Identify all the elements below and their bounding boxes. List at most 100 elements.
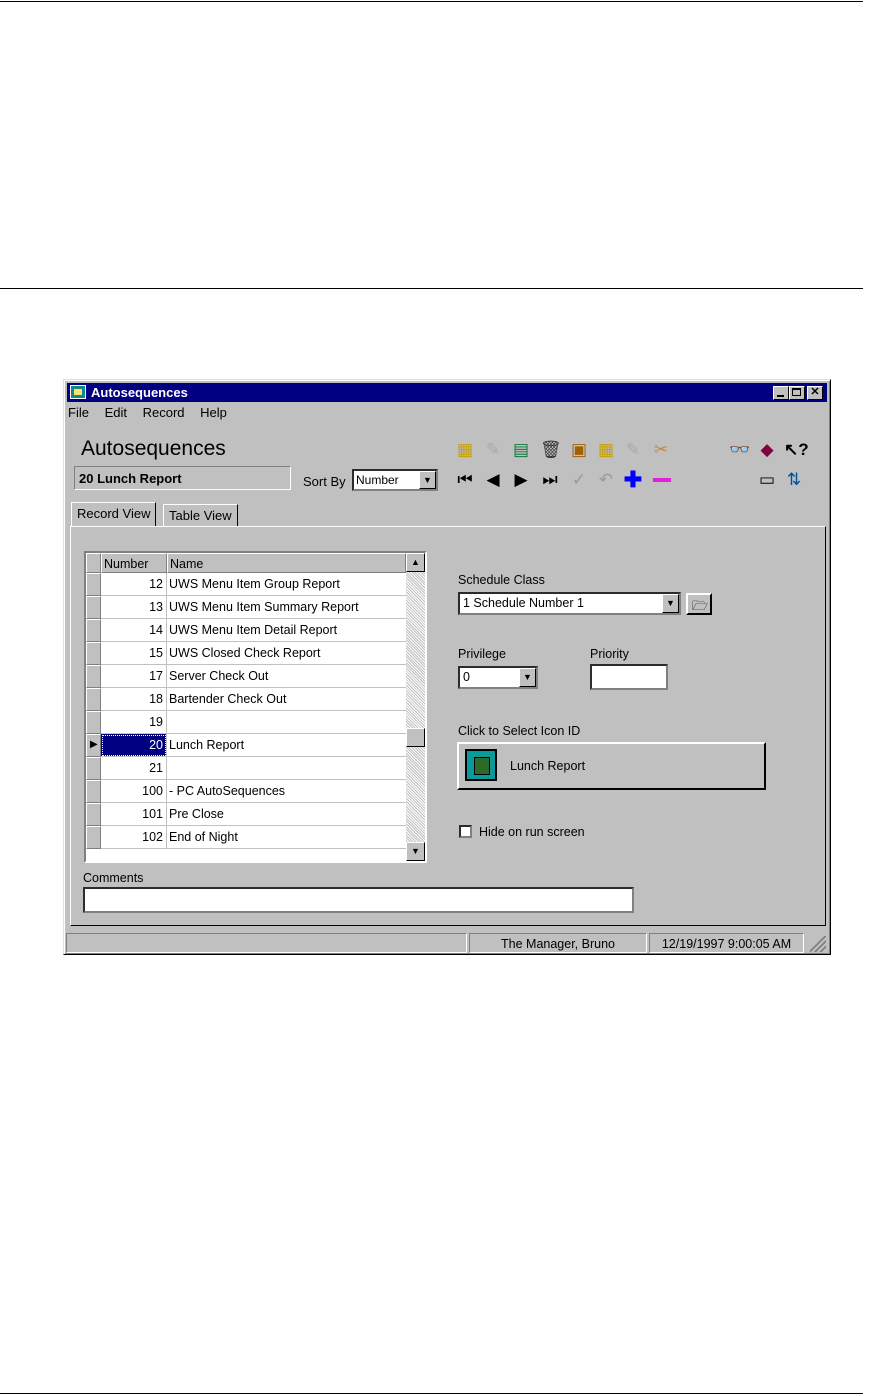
menu-edit[interactable]: Edit	[105, 405, 127, 420]
cell-number[interactable]: 21	[101, 757, 167, 780]
table-row[interactable]: 102 End of Night	[86, 826, 406, 849]
form-icon[interactable]: ▦	[455, 440, 475, 460]
schedule-class-select[interactable]: 1 Schedule Number 1 ▼	[458, 592, 681, 615]
cell-number[interactable]: 14	[101, 619, 167, 642]
help-icon[interactable]: ↖?	[784, 440, 809, 460]
cell-name[interactable]: Server Check Out	[167, 665, 406, 688]
cell-number[interactable]: 12	[101, 573, 167, 596]
cell-name[interactable]: UWS Menu Item Summary Report	[167, 596, 406, 619]
select-icon-button[interactable]: Lunch Report	[457, 742, 766, 790]
sync-icon[interactable]: ⇅	[784, 470, 804, 490]
cell-number[interactable]: 100	[101, 780, 167, 803]
cell-name[interactable]: UWS Menu Item Group Report	[167, 573, 406, 596]
scrollbar-thumb[interactable]	[406, 728, 425, 747]
clipboard-icon[interactable]: ▣	[569, 440, 589, 460]
cell-name[interactable]	[167, 711, 406, 734]
row-selector[interactable]	[86, 642, 101, 665]
remove-icon[interactable]	[651, 470, 671, 490]
screen-icon[interactable]: ▭	[757, 470, 777, 490]
minimize-button[interactable]	[773, 386, 789, 400]
sort-by-select[interactable]: Number ▼	[352, 469, 438, 491]
priority-input[interactable]	[590, 664, 668, 690]
cell-number[interactable]: 13	[101, 596, 167, 619]
cell-number[interactable]: 18	[101, 688, 167, 711]
table-row[interactable]: 12 UWS Menu Item Group Report	[86, 573, 406, 596]
scroll-up-button[interactable]: ▲	[406, 553, 425, 572]
chevron-down-icon[interactable]: ▼	[419, 471, 436, 489]
row-selector[interactable]	[86, 803, 101, 826]
cell-number[interactable]: 15	[101, 642, 167, 665]
maximize-button[interactable]	[789, 386, 805, 400]
row-selector[interactable]	[86, 665, 101, 688]
row-selector[interactable]	[86, 711, 101, 734]
row-selector[interactable]	[86, 826, 101, 849]
table-row[interactable]: 101 Pre Close	[86, 803, 406, 826]
table-row[interactable]: 17 Server Check Out	[86, 665, 406, 688]
title-bar[interactable]: Autosequences ✕	[67, 383, 827, 402]
row-selector[interactable]	[86, 619, 101, 642]
report-icon[interactable]: ▤	[511, 440, 531, 460]
row-selector[interactable]	[86, 596, 101, 619]
cell-name[interactable]: Bartender Check Out	[167, 688, 406, 711]
cell-number[interactable]: 102	[101, 826, 167, 849]
privilege-select[interactable]: 0 ▼	[458, 666, 538, 689]
column-header-name[interactable]: Name	[167, 553, 406, 573]
cell-name[interactable]: End of Night	[167, 826, 406, 849]
comments-input[interactable]	[83, 887, 634, 913]
tab-record-view[interactable]: Record View	[71, 502, 157, 526]
menu-help[interactable]: Help	[200, 405, 227, 420]
tools-icon[interactable]: ✂	[651, 440, 671, 460]
cell-name[interactable]: Pre Close	[167, 803, 406, 826]
cell-number[interactable]: 101	[101, 803, 167, 826]
confirm-icon[interactable]: ✓	[569, 470, 589, 490]
browse-schedule-button[interactable]: 🗁	[686, 593, 712, 615]
row-selector[interactable]	[86, 573, 101, 596]
table-row[interactable]: 18 Bartender Check Out	[86, 688, 406, 711]
table-row[interactable]: 19	[86, 711, 406, 734]
row-selector[interactable]: ▶	[86, 734, 101, 757]
last-record-icon[interactable]: ⏭	[540, 470, 560, 490]
next-record-icon[interactable]: ▶	[511, 470, 531, 490]
add-icon[interactable]: ✚	[623, 469, 643, 491]
table-row[interactable]: 13 UWS Menu Item Summary Report	[86, 596, 406, 619]
scroll-down-button[interactable]: ▼	[406, 842, 425, 861]
cell-number[interactable]: 20	[101, 734, 167, 757]
close-button[interactable]: ✕	[807, 386, 823, 400]
delete-icon[interactable]: 🗑	[540, 440, 562, 460]
cell-name[interactable]: UWS Menu Item Detail Report	[167, 619, 406, 642]
column-header-number[interactable]: Number	[101, 553, 167, 573]
table-header: Number Name	[86, 553, 406, 573]
cell-name[interactable]	[167, 757, 406, 780]
hide-on-run-screen-checkbox[interactable]	[459, 825, 472, 838]
resize-grip-icon[interactable]	[810, 936, 826, 952]
row-selector[interactable]	[86, 688, 101, 711]
autosequence-table[interactable]: Number Name 12 UWS Menu Item Group Report…	[84, 551, 427, 863]
cell-name[interactable]: UWS Closed Check Report	[167, 642, 406, 665]
table-row[interactable]: 15 UWS Closed Check Report	[86, 642, 406, 665]
app-icon[interactable]	[70, 385, 86, 399]
table-row[interactable]: ▶ 20 Lunch Report	[86, 734, 406, 757]
cell-number[interactable]: 19	[101, 711, 167, 734]
table-row[interactable]: 14 UWS Menu Item Detail Report	[86, 619, 406, 642]
prev-record-icon[interactable]: ◀	[483, 470, 503, 490]
book-icon[interactable]: ◆	[757, 440, 777, 460]
paste-icon[interactable]: ✎	[623, 440, 643, 460]
cell-number[interactable]: 17	[101, 665, 167, 688]
find-icon[interactable]: 👓	[729, 440, 750, 460]
first-record-icon[interactable]: ⏮	[455, 470, 475, 490]
copy-icon[interactable]: ▦	[596, 440, 616, 460]
menu-record[interactable]: Record	[143, 405, 185, 420]
table-row[interactable]: 21	[86, 757, 406, 780]
cell-name[interactable]: - PC AutoSequences	[167, 780, 406, 803]
table-scrollbar[interactable]: ▲ ▼	[406, 553, 425, 861]
table-row[interactable]: 100- PC AutoSequences	[86, 780, 406, 803]
row-selector[interactable]	[86, 780, 101, 803]
tab-table-view[interactable]: Table View	[163, 504, 238, 526]
chevron-down-icon[interactable]: ▼	[662, 594, 679, 613]
menu-file[interactable]: File	[68, 405, 89, 420]
chevron-down-icon[interactable]: ▼	[519, 668, 536, 687]
undo-icon[interactable]: ↶	[596, 470, 616, 490]
row-selector[interactable]	[86, 757, 101, 780]
cell-name[interactable]: Lunch Report	[167, 734, 406, 757]
edit-icon[interactable]: ✎	[483, 440, 503, 460]
